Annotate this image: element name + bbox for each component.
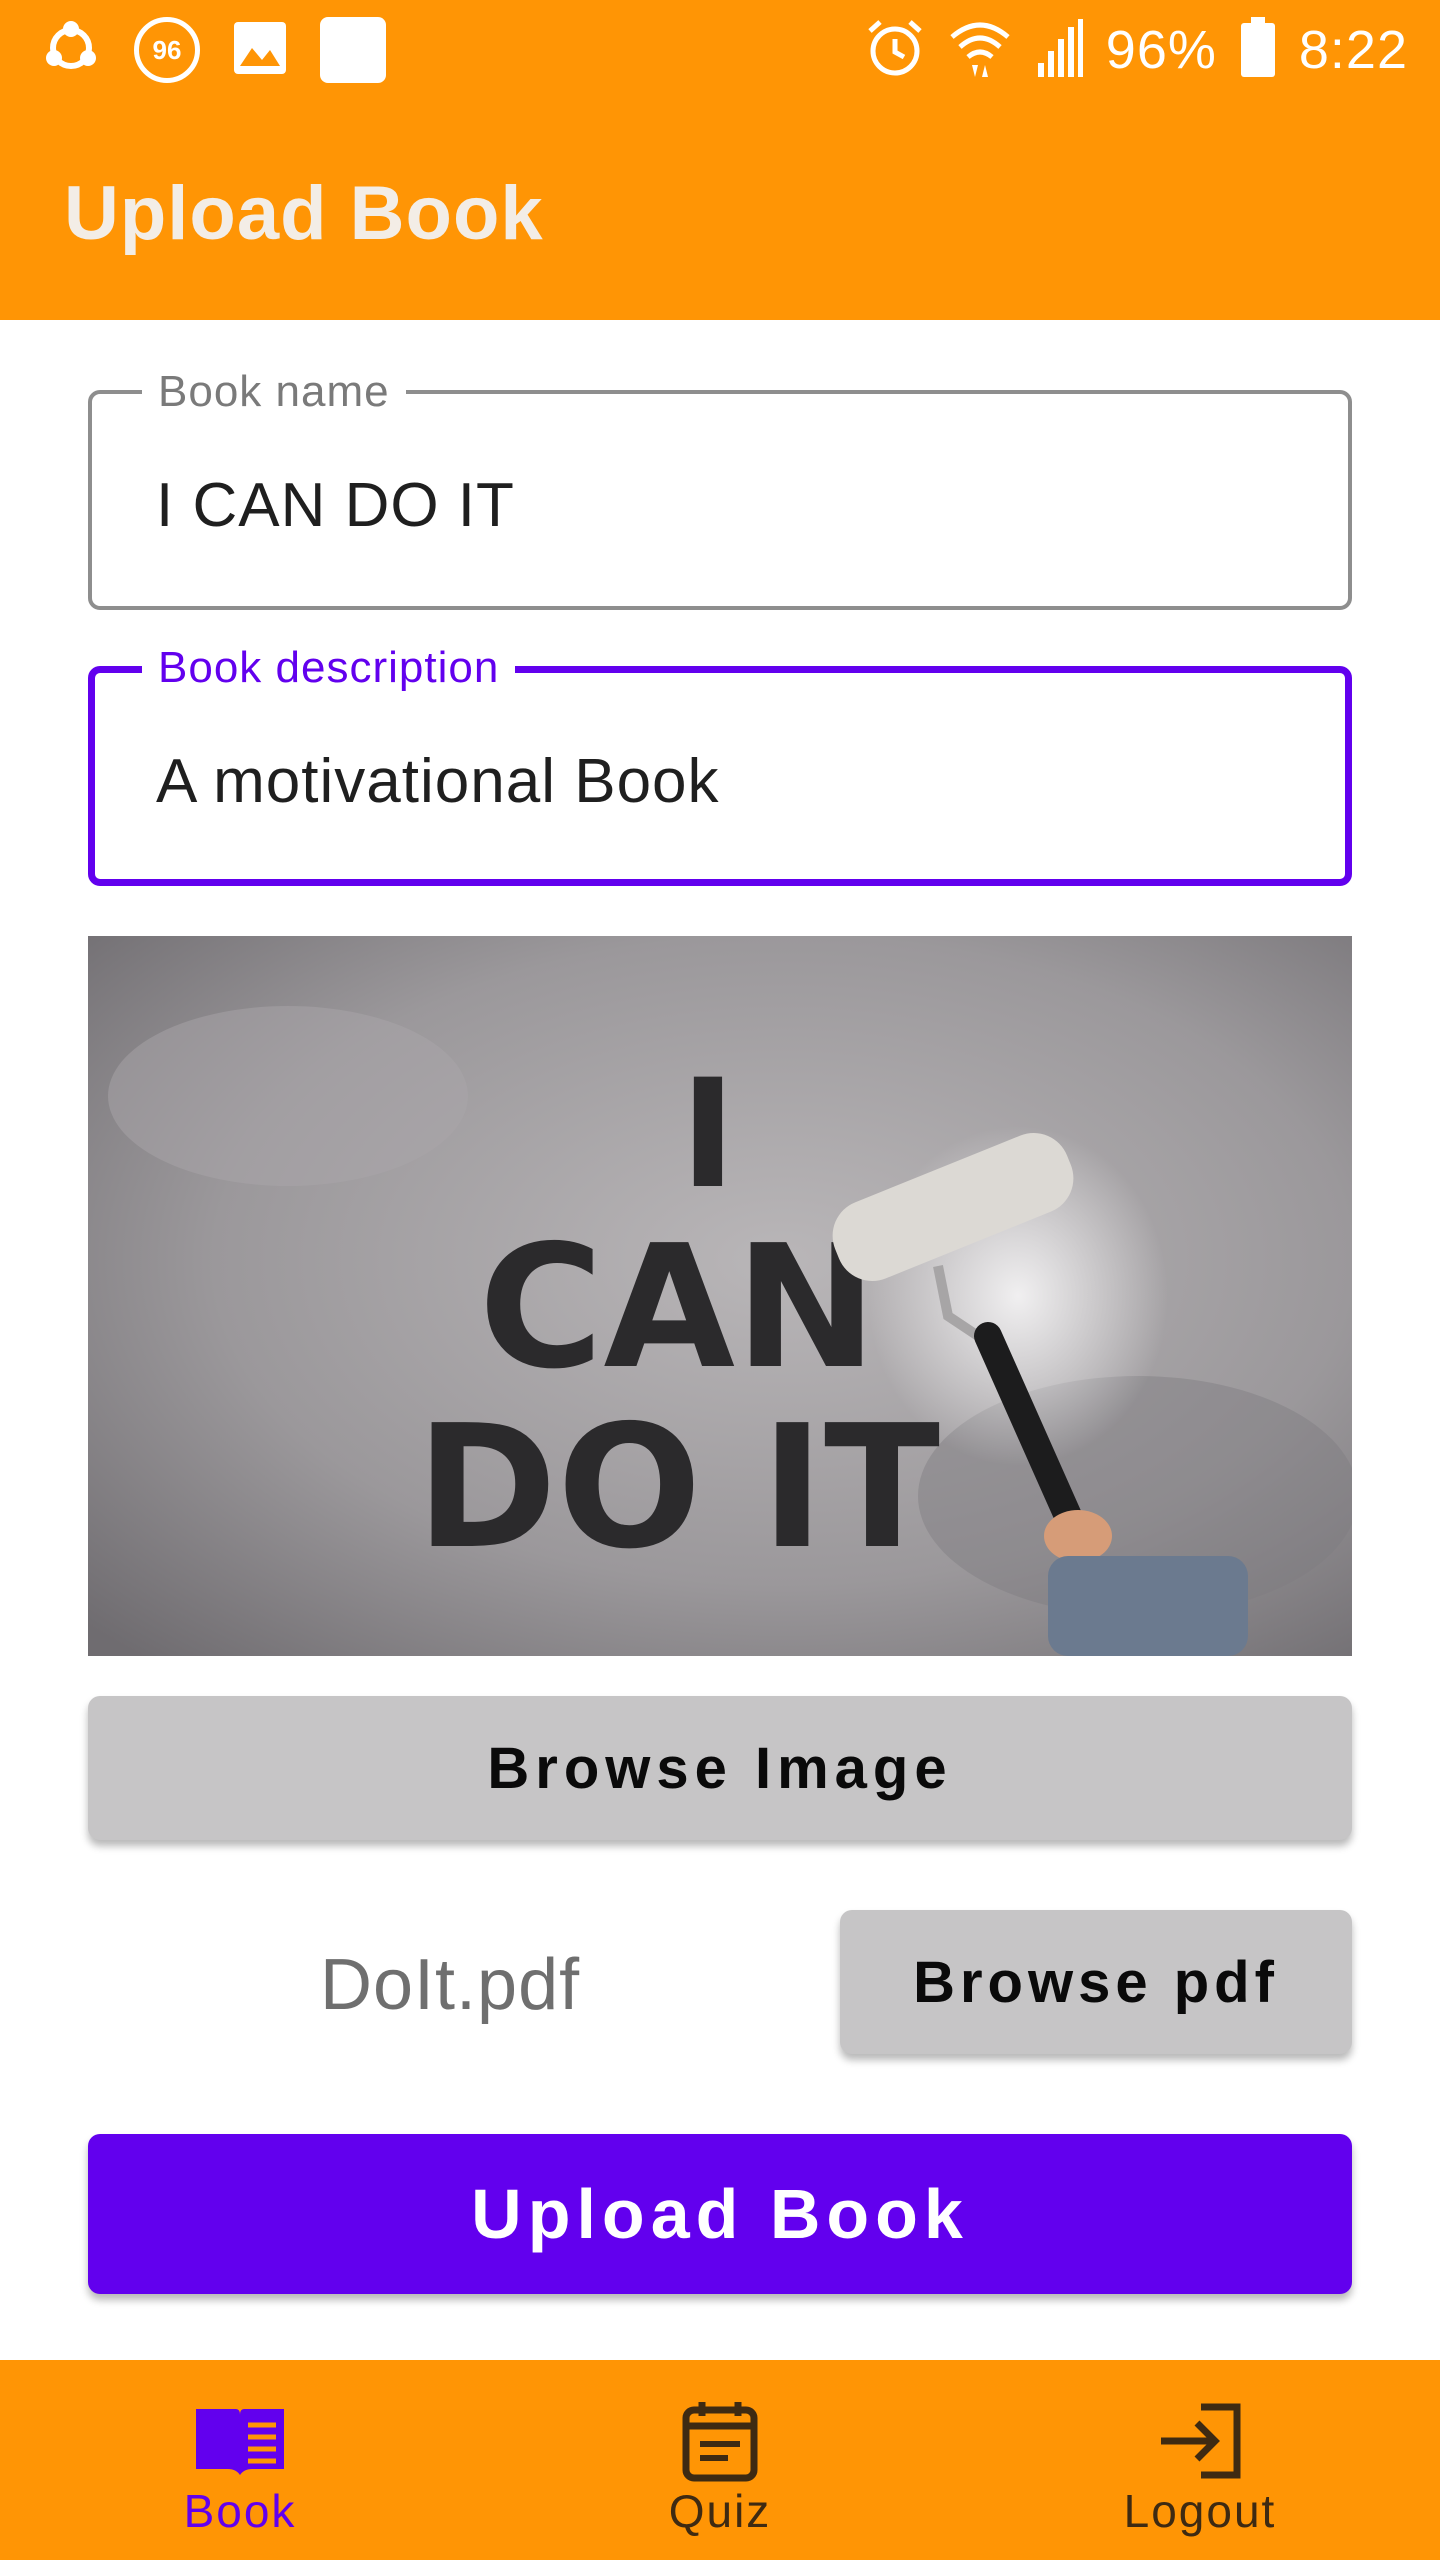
clock: 8:22 [1298,20,1408,80]
upload-book-screen: 96 96% 8:22 Upload Book Book name I CAN … [0,0,1440,2560]
signal-icon [1034,17,1084,84]
nav-item-quiz[interactable]: Quiz [480,2360,960,2560]
nav-label-logout: Logout [1123,2485,1277,2537]
book-cover-image: I CAN DO IT [88,936,1352,1656]
sync-icon [40,17,102,84]
bottom-navigation: Book Quiz Logout [0,2360,1440,2560]
pdf-file-name: DoIt.pdf [320,1945,581,2025]
nav-item-logout[interactable]: Logout [960,2360,1440,2560]
gallery-icon [232,20,288,81]
nav-label-book: Book [183,2485,297,2537]
status-bar: 96 96% 8:22 [0,0,1440,100]
nav-item-book[interactable]: Book [0,2360,480,2560]
book-name-label: Book name [142,366,406,418]
book-description-label: Book description [142,642,516,694]
cover-text-line-3: DO IT [416,1389,940,1587]
notification-badge: 96 [134,17,200,83]
wifi-icon [948,17,1012,84]
browse-image-button[interactable]: Browse Image [88,1696,1352,1840]
book-icon [192,2398,288,2484]
quiz-icon [682,2398,758,2484]
book-description-input[interactable]: A motivational Book [156,746,720,817]
alarm-icon [864,17,926,84]
status-bar-left: 96 [40,14,418,86]
book-name-field[interactable]: Book name I CAN DO IT [88,366,1352,610]
upload-book-button[interactable]: Upload Book [88,2134,1352,2294]
app-bar: Upload Book [0,100,1440,320]
book-name-input[interactable]: I CAN DO IT [156,470,515,541]
browse-pdf-button[interactable]: Browse pdf [840,1910,1352,2054]
battery-percent: 96% [1105,20,1217,80]
page-title: Upload Book [64,171,544,256]
cover-text-line-1: I [680,1048,736,1222]
book-description-field[interactable]: Book description A motivational Book [88,642,1352,886]
logout-icon [1157,2398,1243,2484]
battery-icon [1239,16,1277,84]
cover-text-line-2: CAN [479,1209,878,1407]
blank-notification-icon [320,17,386,83]
nav-label-quiz: Quiz [668,2485,772,2537]
status-bar-right: 96% 8:22 [842,14,1408,86]
